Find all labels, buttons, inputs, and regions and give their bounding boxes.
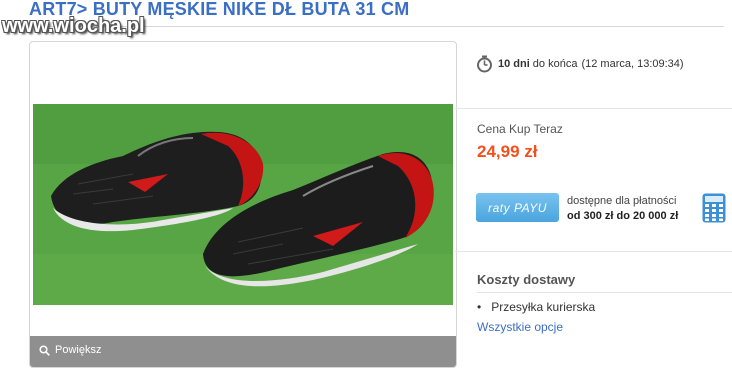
buy-now-price: 24,99 zł [477,142,538,161]
installments-info: dostępne dla płatności [567,195,677,207]
payu-logo-text: raty PAYU [488,200,547,215]
installments-range: od 300 zł do 20 000 zł [567,210,679,222]
image-gallery: Powiększ [29,41,457,368]
zoom-button[interactable]: Powiększ [39,344,101,356]
stopwatch-icon [477,55,492,73]
all-shipping-options-link[interactable]: Wszystkie opcje [477,320,563,334]
payu-installments-button[interactable]: raty PAYU [476,193,559,222]
calculator-icon[interactable] [702,193,726,228]
product-photo[interactable] [33,104,453,305]
days-left: 10 dni [498,58,530,70]
divider [455,251,732,252]
watermark: www.wiocha.pl [2,15,145,37]
end-date: (12 marca, 13:09:34) [581,58,684,70]
shoes-illustration [33,104,453,305]
zoom-label: Powiększ [55,344,102,356]
divider [455,108,732,109]
until-end-label: do końca [532,58,578,70]
magnifier-icon [39,344,50,356]
shipping-option: • Przesyłka kurierska [477,300,595,314]
bullet: • [477,300,482,314]
buy-now-label: Cena Kup Teraz [477,122,563,136]
zoom-bar: Powiększ [30,336,456,367]
divider [477,292,732,293]
shipping-heading: Koszty dostawy [477,272,576,287]
time-remaining: 10 dni do końca (12 marca, 13:09:34) [476,55,684,73]
shipping-option-label: Przesyłka kurierska [491,300,596,314]
